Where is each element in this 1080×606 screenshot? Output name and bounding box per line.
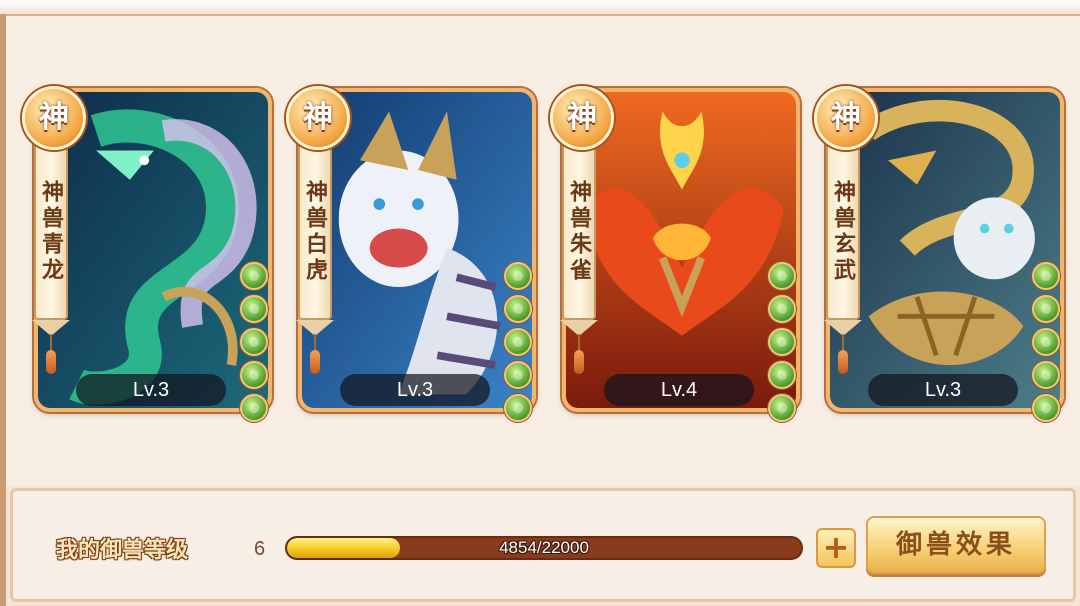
star-gem-icon: [1032, 295, 1060, 323]
star-gem-icon: [240, 262, 268, 290]
divine-badge: 神: [286, 86, 350, 150]
star-gem-icon: [240, 328, 268, 356]
star-gem-icon: [240, 295, 268, 323]
star-gem-icon: [1032, 262, 1060, 290]
beast-name: 神兽白虎: [302, 180, 328, 284]
star-gem-icon: [504, 361, 532, 389]
star-gem-icon: [504, 295, 532, 323]
star-gem-icon: [504, 328, 532, 356]
top-frame: [0, 0, 1080, 16]
beast-effect-button[interactable]: 御兽效果: [866, 516, 1046, 574]
star-gem-icon: [1032, 328, 1060, 356]
star-gems: [504, 262, 532, 427]
star-gem-icon: [240, 361, 268, 389]
level-label: Lv.3: [76, 374, 226, 406]
star-gem-icon: [768, 394, 796, 422]
star-gem-icon: [1032, 361, 1060, 389]
star-gems: [768, 262, 796, 427]
my-beast-level-value: 6: [254, 538, 266, 560]
tassel: [310, 350, 320, 374]
level-label: Lv.3: [868, 374, 1018, 406]
experience-progress-bar: 4854/22000: [285, 536, 803, 560]
star-gem-icon: [504, 394, 532, 422]
beast-name-scroll: 神兽玄武: [826, 140, 860, 320]
star-gem-icon: [1032, 394, 1060, 422]
experience-progress-text: 4854/22000: [499, 538, 589, 557]
my-beast-level-label: 我的御兽等级: [56, 538, 189, 563]
level-label: Lv.3: [340, 374, 490, 406]
beast-name-scroll: 神兽朱雀: [562, 140, 596, 320]
divine-badge: 神: [22, 86, 86, 150]
star-gem-icon: [768, 361, 796, 389]
star-gems: [1032, 262, 1060, 427]
divine-badge: 神: [550, 86, 614, 150]
star-gem-icon: [768, 295, 796, 323]
level-label: Lv.4: [604, 374, 754, 406]
star-gem-icon: [768, 328, 796, 356]
beast-name: 神兽玄武: [830, 180, 856, 284]
star-gem-icon: [504, 262, 532, 290]
beast-name-scroll: 神兽白虎: [298, 140, 332, 320]
tassel: [46, 350, 56, 374]
add-experience-button[interactable]: +: [816, 528, 856, 568]
star-gem-icon: [240, 394, 268, 422]
tassel: [838, 350, 848, 374]
star-gems: [240, 262, 268, 427]
divine-badge: 神: [814, 86, 878, 150]
beast-name: 神兽朱雀: [566, 180, 592, 284]
beast-name: 神兽青龙: [38, 180, 64, 284]
beast-name-scroll: 神兽青龙: [34, 140, 68, 320]
star-gem-icon: [768, 262, 796, 290]
tassel: [574, 350, 584, 374]
